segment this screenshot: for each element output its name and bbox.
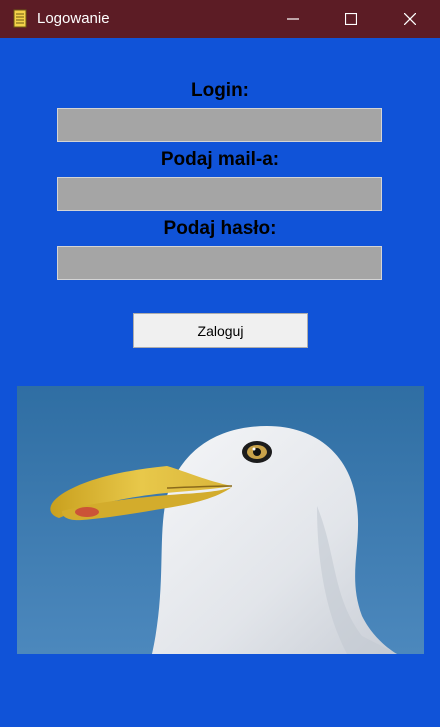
seagull-image bbox=[17, 386, 424, 654]
email-label: Podaj mail-a: bbox=[160, 149, 280, 170]
notebook-icon bbox=[13, 9, 27, 28]
login-field[interactable] bbox=[57, 108, 382, 142]
maximize-icon bbox=[345, 13, 357, 25]
close-button[interactable] bbox=[381, 0, 439, 38]
email-field[interactable] bbox=[57, 177, 382, 211]
window-title: Logowanie bbox=[37, 10, 110, 27]
minimize-icon bbox=[287, 18, 299, 20]
login-button[interactable]: Zaloguj bbox=[133, 313, 308, 348]
password-field[interactable] bbox=[57, 246, 382, 280]
title-bar[interactable]: Logowanie bbox=[0, 0, 440, 38]
maximize-button[interactable] bbox=[322, 0, 380, 38]
close-icon bbox=[404, 13, 416, 25]
login-label: Login: bbox=[190, 80, 250, 101]
password-label: Podaj hasło: bbox=[163, 218, 277, 239]
minimize-button[interactable] bbox=[264, 0, 322, 38]
seagull-photo bbox=[17, 386, 424, 654]
